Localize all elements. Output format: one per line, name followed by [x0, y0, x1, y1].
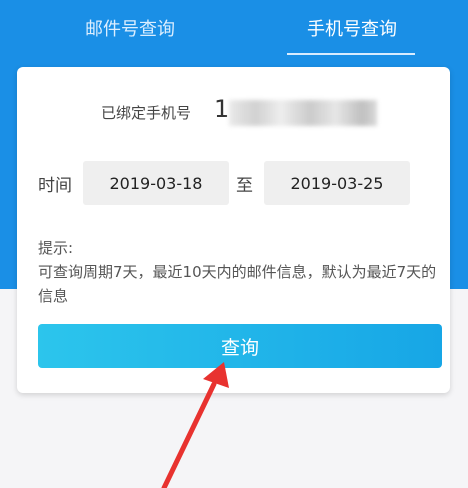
arrow-shaft	[161, 381, 217, 488]
bound-phone-number: 1	[214, 95, 230, 123]
tab-mail-number[interactable]: 邮件号查询	[40, 0, 220, 56]
active-tab-indicator	[287, 53, 415, 55]
query-card: 已绑定手机号 1 时间 2019-03-18 至 2019-03-25 提示: …	[17, 67, 450, 393]
tip-text: 可查询周期7天，最近10天内的邮件信息，默认为最近7天的信息	[38, 263, 437, 305]
phone-number-mosaic	[229, 100, 377, 126]
query-button[interactable]: 查询	[38, 324, 442, 368]
bound-phone-label: 已绑定手机号	[101, 104, 192, 122]
tip-title: 提示:	[38, 239, 74, 257]
end-date-picker[interactable]: 2019-03-25	[264, 161, 410, 205]
tab-phone-number[interactable]: 手机号查询	[287, 0, 417, 56]
start-date-picker[interactable]: 2019-03-18	[83, 161, 229, 205]
date-range-separator: 至	[236, 176, 253, 196]
time-label: 时间	[38, 176, 72, 196]
